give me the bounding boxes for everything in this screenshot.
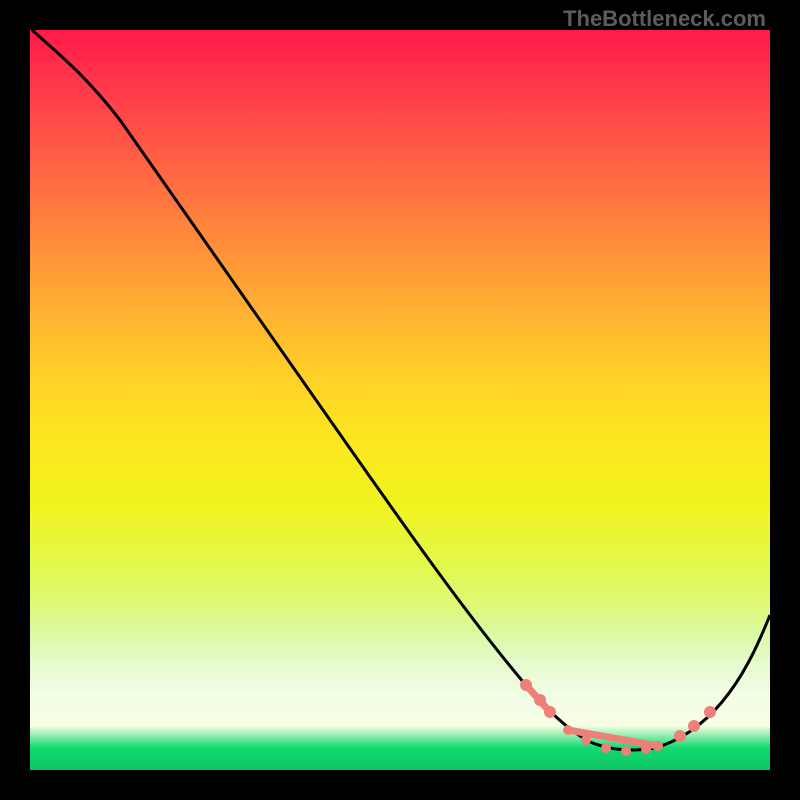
chart-svg xyxy=(30,30,770,770)
highlight-band xyxy=(520,679,716,756)
watermark: TheBottleneck.com xyxy=(563,6,766,32)
bottleneck-curve xyxy=(32,30,770,750)
